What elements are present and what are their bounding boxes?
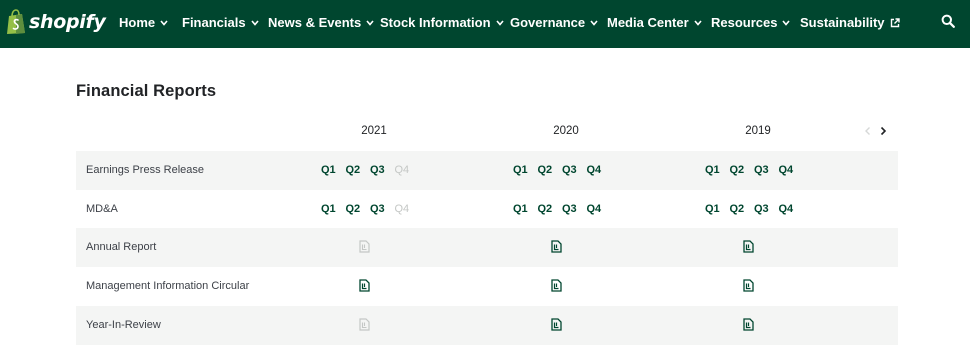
quarter-links-2021: Q1 Q2 Q3 Q4: [321, 203, 419, 215]
row-annual-report: Annual Report: [76, 228, 898, 267]
quarter-links-2020: Q1 Q2 Q3 Q4: [513, 203, 611, 215]
quarter-link-q4[interactable]: Q4: [779, 164, 804, 176]
quarter-link-q2[interactable]: Q2: [346, 164, 371, 176]
pager-next-icon[interactable]: [879, 126, 887, 136]
quarter-links-2021: Q1 Q2 Q3 Q4: [321, 164, 419, 176]
quarter-links-2019: Q1 Q2 Q3 Q4: [705, 203, 803, 215]
chevron-down-icon: [250, 19, 259, 26]
year-header-2020: 2020: [553, 125, 579, 137]
nav-sustainability-label: Sustainability: [800, 15, 885, 30]
quarter-link-q4[interactable]: Q4: [587, 203, 612, 215]
quarter-links-2019: Q1 Q2 Q3 Q4: [705, 164, 803, 176]
quarter-link-q2[interactable]: Q2: [538, 164, 563, 176]
chevron-down-icon: [160, 19, 168, 26]
row-year-in-review: Year-In-Review: [76, 306, 898, 345]
chevron-down-icon: [495, 19, 504, 26]
row-label: Earnings Press Release: [86, 164, 205, 176]
chevron-down-icon: [694, 19, 702, 26]
row-mda: MD&A Q1 Q2 Q3 Q4 Q1 Q2 Q3 Q4 Q1 Q2 Q3 Q4: [76, 190, 898, 229]
year-header-2019: 2019: [745, 125, 771, 137]
row-earnings-press-release: Earnings Press Release Q1 Q2 Q3 Q4 Q1 Q2…: [76, 151, 898, 190]
quarter-link-q3[interactable]: Q3: [562, 203, 587, 215]
document-download-icon[interactable]: [743, 279, 754, 292]
shopify-logo[interactable]: shopify: [6, 9, 106, 35]
nav-resources-label: Resources: [711, 15, 778, 30]
quarter-link-q3[interactable]: Q3: [754, 203, 779, 215]
quarter-link-q2[interactable]: Q2: [346, 203, 371, 215]
document-download-icon[interactable]: [551, 318, 562, 331]
document-download-icon[interactable]: [743, 318, 754, 331]
quarter-link-q2[interactable]: Q2: [538, 203, 563, 215]
nav-sustainability[interactable]: Sustainability: [800, 15, 900, 30]
quarter-link-q4[interactable]: Q4: [587, 164, 612, 176]
search-icon[interactable]: [941, 14, 955, 28]
nav-governance-label: Governance: [510, 15, 586, 30]
nav-financials-label: Financials: [182, 15, 246, 30]
row-management-information-circular: Management Information Circular: [76, 267, 898, 306]
shopify-bag-icon: [7, 9, 25, 34]
quarter-link-q4-disabled: Q4: [394, 164, 410, 176]
chevron-down-icon: [782, 19, 791, 26]
row-label: Annual Report: [86, 241, 157, 253]
nav-news-events-label: News & Events: [268, 15, 362, 30]
row-label: Year-In-Review: [86, 319, 161, 331]
quarter-link-q1[interactable]: Q1: [513, 164, 538, 176]
nav-governance[interactable]: Governance: [510, 15, 598, 30]
row-label: Management Information Circular: [86, 280, 250, 292]
chevron-down-icon: [590, 19, 598, 26]
quarter-link-q4-disabled: Q4: [394, 203, 410, 215]
page-title: Financial Reports: [76, 82, 217, 100]
document-download-icon[interactable]: [743, 240, 754, 253]
nav-financials[interactable]: Financials: [182, 15, 259, 30]
nav-home[interactable]: Home: [119, 15, 168, 30]
document-download-icon[interactable]: [551, 240, 562, 253]
nav-stock-information[interactable]: Stock Information: [380, 15, 504, 30]
row-label: MD&A: [86, 203, 118, 215]
document-icon-disabled: [359, 240, 370, 253]
document-download-icon[interactable]: [551, 279, 562, 292]
brand-name: shopify: [29, 11, 106, 33]
document-icon-disabled: [359, 318, 370, 331]
chevron-down-icon: [366, 19, 374, 26]
quarter-link-q3[interactable]: Q3: [370, 164, 395, 176]
quarter-link-q3[interactable]: Q3: [562, 164, 587, 176]
external-link-icon: [890, 17, 900, 27]
quarter-link-q3[interactable]: Q3: [370, 203, 395, 215]
quarter-link-q3[interactable]: Q3: [754, 164, 779, 176]
quarter-link-q1[interactable]: Q1: [321, 203, 346, 215]
quarter-link-q4[interactable]: Q4: [779, 203, 804, 215]
nav-media-center-label: Media Center: [607, 15, 689, 30]
nav-media-center[interactable]: Media Center: [607, 15, 702, 30]
nav-resources[interactable]: Resources: [711, 15, 791, 30]
year-header-2021: 2021: [361, 125, 387, 137]
quarter-link-q1[interactable]: Q1: [513, 203, 538, 215]
quarter-links-2020: Q1 Q2 Q3 Q4: [513, 164, 611, 176]
pager-prev-icon: [865, 127, 870, 135]
nav-home-label: Home: [119, 15, 156, 30]
nav-stock-information-label: Stock Information: [380, 15, 491, 30]
nav-news-events[interactable]: News & Events: [268, 15, 374, 30]
top-nav: shopify Home Financials News & Events St…: [0, 0, 970, 48]
quarter-link-q1[interactable]: Q1: [321, 164, 346, 176]
quarter-link-q2[interactable]: Q2: [730, 203, 755, 215]
quarter-link-q1[interactable]: Q1: [705, 164, 730, 176]
quarter-link-q1[interactable]: Q1: [705, 203, 730, 215]
quarter-link-q2[interactable]: Q2: [730, 164, 755, 176]
document-download-icon[interactable]: [359, 279, 370, 292]
